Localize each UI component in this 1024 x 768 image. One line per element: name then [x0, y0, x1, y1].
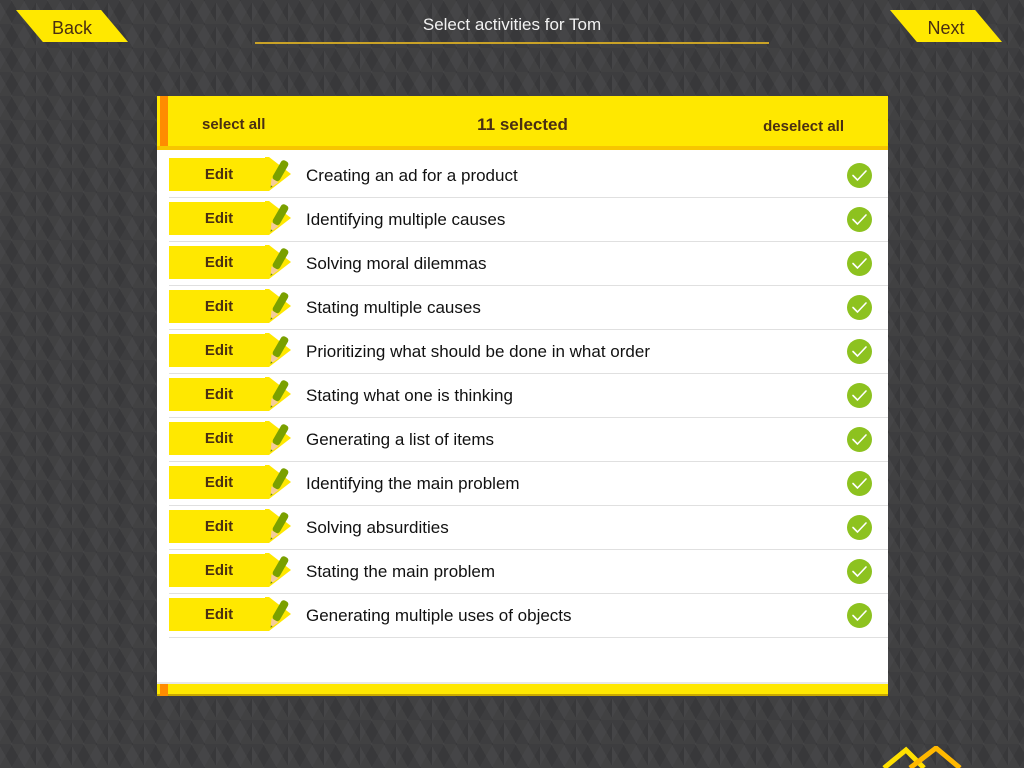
checkmark-circle-icon[interactable] [847, 383, 872, 408]
activity-panel: 11 selected select all deselect all Edit… [157, 96, 888, 696]
activity-label: Stating multiple causes [306, 298, 481, 317]
home-logo-icon[interactable] [880, 746, 970, 768]
edit-label: Edit [169, 158, 269, 191]
edit-label: Edit [169, 378, 269, 411]
activity-row-10: Edit Stating the main problem [157, 550, 888, 594]
next-label: Next [927, 17, 965, 38]
activity-label: Solving absurdities [306, 518, 449, 537]
activity-row-9: Edit Solving absurdities [157, 506, 888, 550]
checkmark-circle-icon[interactable] [847, 295, 872, 320]
edit-button[interactable]: Edit [169, 421, 291, 455]
edit-label: Edit [169, 554, 269, 587]
activity-label: Identifying multiple causes [306, 210, 506, 229]
back-label: Back [51, 17, 93, 38]
edit-label: Edit [169, 422, 269, 455]
deselect-all-button[interactable]: deselect all [763, 118, 844, 135]
activity-row-7: Edit Generating a list of items [157, 418, 888, 462]
edit-label: Edit [169, 202, 269, 235]
activity-row-3: Edit Solving moral dilemmas [157, 242, 888, 286]
edit-label: Edit [169, 510, 269, 543]
activity-label: Stating the main problem [306, 562, 495, 581]
select-all-button[interactable]: select all [202, 116, 265, 133]
activity-label: Creating an ad for a product [306, 166, 518, 185]
edit-label: Edit [169, 466, 269, 499]
edit-label: Edit [169, 334, 269, 367]
checkmark-circle-icon[interactable] [847, 471, 872, 496]
checkmark-circle-icon[interactable] [847, 515, 872, 540]
checkmark-circle-icon[interactable] [847, 251, 872, 276]
activity-label: Prioritizing what should be done in what… [306, 342, 650, 361]
page-title: Select activities for Tom [255, 8, 769, 44]
activity-label: Identifying the main problem [306, 474, 520, 493]
checkmark-circle-icon[interactable] [847, 603, 872, 628]
edit-button[interactable]: Edit [169, 289, 291, 323]
activity-row-5: Edit Prioritizing what should be done in… [157, 330, 888, 374]
edit-button[interactable]: Edit [169, 509, 291, 543]
edit-button[interactable]: Edit [169, 553, 291, 587]
pencil-icon [265, 201, 291, 235]
activity-row-2: Edit Identifying multiple causes [157, 198, 888, 242]
edit-label: Edit [169, 598, 269, 631]
checkmark-circle-icon[interactable] [847, 207, 872, 232]
edit-button[interactable]: Edit [169, 245, 291, 279]
activity-list: Edit Creating an ad for a product Edit I… [157, 154, 888, 638]
edit-button[interactable]: Edit [169, 465, 291, 499]
edit-button[interactable]: Edit [169, 377, 291, 411]
panel-header: 11 selected select all deselect all [157, 96, 888, 150]
pencil-icon [265, 553, 291, 587]
checkmark-circle-icon[interactable] [847, 559, 872, 584]
activity-row-8: Edit Identifying the main problem [157, 462, 888, 506]
activity-label: Stating what one is thinking [306, 386, 513, 405]
pencil-icon [265, 377, 291, 411]
edit-button[interactable]: Edit [169, 333, 291, 367]
activity-row-1: Edit Creating an ad for a product [157, 154, 888, 198]
pencil-icon [265, 333, 291, 367]
activity-label: Generating a list of items [306, 430, 495, 449]
pencil-icon [265, 597, 291, 631]
next-button[interactable]: Next [890, 10, 1002, 42]
pencil-icon [265, 509, 291, 543]
panel-footer [157, 682, 888, 696]
activity-row-11: Edit Generating multiple uses of objects [157, 594, 888, 638]
activity-row-6: Edit Stating what one is thinking [157, 374, 888, 418]
pencil-icon [265, 289, 291, 323]
checkmark-circle-icon[interactable] [847, 163, 872, 188]
activity-label: Solving moral dilemmas [306, 254, 487, 273]
checkmark-circle-icon[interactable] [847, 339, 872, 364]
footer-accent-strip [160, 684, 168, 696]
edit-button[interactable]: Edit [169, 201, 291, 235]
checkmark-circle-icon[interactable] [847, 427, 872, 452]
edit-button[interactable]: Edit [169, 597, 291, 631]
pencil-icon [265, 465, 291, 499]
pencil-icon [265, 421, 291, 455]
activity-label: Generating multiple uses of objects [306, 606, 572, 625]
pencil-icon [265, 157, 291, 191]
back-button[interactable]: Back [16, 10, 128, 42]
edit-button[interactable]: Edit [169, 157, 291, 191]
edit-label: Edit [169, 290, 269, 323]
pencil-icon [265, 245, 291, 279]
edit-label: Edit [169, 246, 269, 279]
activity-row-4: Edit Stating multiple causes [157, 286, 888, 330]
